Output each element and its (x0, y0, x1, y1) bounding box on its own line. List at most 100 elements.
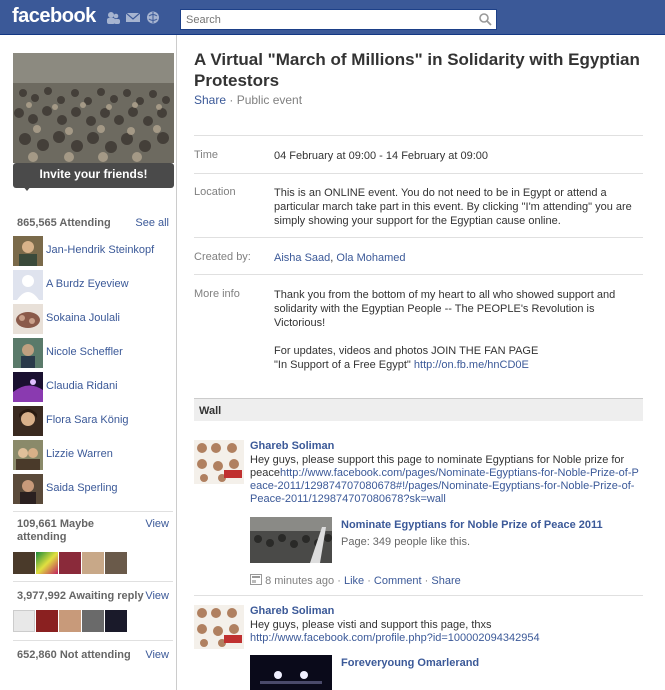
creators: Aisha Saad, Ola Mohamed (274, 251, 644, 265)
divider (194, 595, 643, 596)
post-author-link[interactable]: Ghareb Soliman (250, 605, 334, 617)
maybe-thumbnails (13, 552, 127, 574)
wall-post: Ghareb Soliman Hey guys, please support … (194, 440, 643, 590)
attachment-thumbnail[interactable] (250, 517, 332, 563)
divider (194, 274, 643, 275)
avatar[interactable] (105, 610, 127, 632)
see-all-attending-link[interactable]: See all (135, 217, 169, 229)
fan-page-link[interactable]: http://on.fb.me/hnCD0E (414, 359, 529, 371)
attendee-name[interactable]: Lizzie Warren (46, 448, 113, 460)
attachment-thumbnail[interactable] (250, 655, 332, 690)
post-body: Hey guys, please visti and support this … (250, 619, 640, 645)
top-bar: facebook (0, 0, 665, 35)
post-timestamp[interactable]: 8 minutes ago (265, 575, 334, 587)
avatar[interactable] (36, 610, 58, 632)
attendee-name[interactable]: Saida Sperling (46, 482, 118, 494)
search-icon[interactable] (477, 11, 494, 28)
attachment-subtitle: Page: 349 people like this. (341, 536, 471, 548)
fan-page-name: "In Support of a Free Egypt" (274, 359, 414, 371)
messages-icon[interactable] (126, 11, 140, 24)
notifications-icon[interactable] (146, 11, 160, 24)
creator-link[interactable]: Ola Mohamed (336, 252, 405, 264)
post-meta: 8 minutes ago · Like · Comment · Share (250, 574, 461, 587)
post-author-link[interactable]: Ghareb Soliman (250, 440, 334, 452)
jewel-icons (106, 11, 160, 24)
avatar[interactable] (13, 552, 35, 574)
like-link[interactable]: Like (344, 575, 364, 587)
location-value: This is an ONLINE event. You do not need… (274, 187, 632, 227)
attendee-item[interactable]: Jan-Hendrik Steinkopf (13, 236, 173, 266)
attendee-item[interactable]: Saida Sperling (13, 474, 173, 504)
awaiting-thumbnails (13, 610, 127, 632)
view-maybe-link[interactable]: View (145, 518, 169, 530)
attendee-item[interactable]: A Burdz Eyeview (13, 270, 173, 300)
not-attending-count: 652,860 Not attending (17, 649, 131, 661)
search-box (180, 9, 497, 30)
view-awaiting-link[interactable]: View (145, 590, 169, 602)
avatar[interactable] (59, 552, 81, 574)
location-label: Location (194, 186, 236, 198)
avatar[interactable] (194, 605, 244, 649)
event-photo[interactable] (13, 53, 174, 163)
wall-heading: Wall (194, 398, 643, 421)
creator-link[interactable]: Aisha Saad (274, 252, 330, 264)
avatar[interactable] (82, 610, 104, 632)
more-info-cta: For updates, videos and photos JOIN THE … (274, 345, 539, 357)
divider (13, 640, 173, 641)
main-content: A Virtual "March of Millions" in Solidar… (177, 35, 665, 690)
more-info-paragraph: Thank you from the bottom of my heart to… (274, 289, 616, 329)
divider (194, 135, 643, 136)
avatar[interactable] (13, 304, 43, 334)
post-link[interactable]: http://www.facebook.com/pages/Nominate-E… (250, 467, 639, 505)
post-link[interactable]: http://www.facebook.com/profile.php?id=1… (250, 632, 540, 644)
attendee-name[interactable]: Nicole Scheffler (46, 346, 123, 358)
avatar[interactable] (13, 610, 35, 632)
share-link[interactable]: Share (194, 93, 226, 107)
facebook-logo[interactable]: facebook (12, 5, 96, 28)
page-icon (250, 574, 262, 585)
attachment-title-link[interactable]: Nominate Egyptians for Noble Prize of Pe… (341, 519, 603, 531)
friend-requests-icon[interactable] (106, 11, 120, 24)
avatar[interactable] (13, 372, 43, 402)
attendee-name[interactable]: Claudia Ridani (46, 380, 118, 392)
avatar[interactable] (36, 552, 58, 574)
attendee-item[interactable]: Claudia Ridani (13, 372, 173, 402)
more-info-label: More info (194, 288, 240, 300)
time-value: 04 February at 09:00 - 14 February at 09… (274, 150, 489, 162)
avatar[interactable] (13, 236, 43, 266)
avatar[interactable] (13, 270, 43, 300)
attachment-title-link[interactable]: Foreveryoung Omarlerand (341, 657, 479, 669)
wall-post: Ghareb Soliman Hey guys, please visti an… (194, 605, 643, 690)
attendee-item[interactable]: Lizzie Warren (13, 440, 173, 470)
time-label: Time (194, 149, 219, 161)
share-post-link[interactable]: Share (431, 575, 460, 587)
attendee-name[interactable]: A Burdz Eyeview (46, 278, 129, 290)
attending-count: 865,565 Attending (17, 217, 111, 229)
avatar[interactable] (13, 406, 43, 436)
attendee-name[interactable]: Jan-Hendrik Steinkopf (46, 244, 154, 256)
awaiting-reply-count: 3,977,992 Awaiting reply (17, 590, 144, 602)
post-body: Hey guys, please support this page to no… (250, 454, 640, 506)
avatar[interactable] (105, 552, 127, 574)
more-info-value: Thank you from the bottom of my heart to… (274, 288, 644, 372)
comment-link[interactable]: Comment (374, 575, 422, 587)
attendee-item[interactable]: Flora Sara König (13, 406, 173, 436)
attendee-item[interactable]: Nicole Scheffler (13, 338, 173, 368)
avatar[interactable] (13, 338, 43, 368)
view-not-attending-link[interactable]: View (145, 649, 169, 661)
avatar[interactable] (194, 440, 244, 484)
attendee-name[interactable]: Flora Sara König (46, 414, 129, 426)
avatar[interactable] (82, 552, 104, 574)
privacy-label: · Public event (226, 93, 303, 107)
maybe-attending-count: 109,661 Maybe attending (17, 518, 95, 543)
divider (194, 237, 643, 238)
avatar[interactable] (13, 440, 43, 470)
invite-friends-button[interactable]: Invite your friends! (13, 163, 174, 191)
divider (194, 173, 643, 174)
search-input[interactable] (181, 10, 471, 29)
attendee-name[interactable]: Sokaina Joulali (46, 312, 120, 324)
attendee-item[interactable]: Sokaina Joulali (13, 304, 173, 334)
avatar[interactable] (59, 610, 81, 632)
avatar[interactable] (13, 474, 43, 504)
left-sidebar: Invite your friends! 865,565 Attending S… (0, 35, 177, 690)
